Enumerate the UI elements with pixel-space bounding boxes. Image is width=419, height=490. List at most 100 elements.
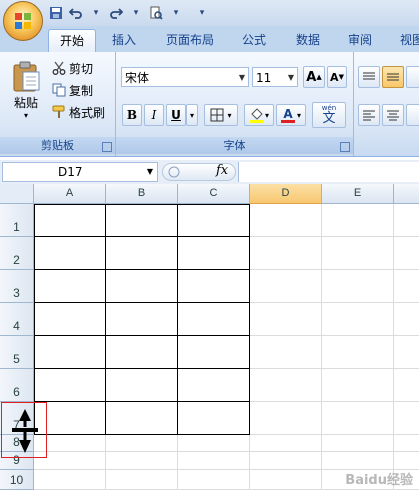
grid-cell[interactable] [34, 237, 106, 270]
font-name-dropdown-icon[interactable]: ▼ [239, 68, 245, 88]
grid-cell[interactable] [394, 402, 419, 435]
grid-cell[interactable] [322, 369, 394, 402]
grid-cell[interactable] [34, 369, 106, 402]
column-header-c[interactable]: C [178, 184, 250, 204]
grid-cell[interactable] [34, 336, 106, 369]
grid-cell[interactable] [106, 435, 178, 452]
grid-cell[interactable] [250, 270, 322, 303]
grid-cell[interactable] [106, 402, 178, 435]
column-header-f[interactable] [394, 184, 419, 204]
row-header-2[interactable]: 2 [0, 237, 34, 270]
grid-cell[interactable] [250, 237, 322, 270]
grid-cell[interactable] [34, 204, 106, 237]
grid-cell[interactable] [322, 303, 394, 336]
column-header-d[interactable]: D [250, 184, 322, 204]
tab-home[interactable]: 开始 [48, 29, 96, 52]
grid-cell[interactable] [250, 452, 322, 470]
grid-cell[interactable] [178, 369, 250, 402]
grid-cell[interactable] [34, 270, 106, 303]
grid-cell[interactable] [250, 303, 322, 336]
grid-cell[interactable] [106, 336, 178, 369]
office-button[interactable] [3, 1, 43, 41]
grid-cell[interactable] [178, 470, 250, 490]
bold-button[interactable]: B [122, 104, 142, 126]
align-center-button[interactable] [382, 104, 404, 126]
grid-cell[interactable] [178, 237, 250, 270]
grid-cell[interactable] [394, 270, 419, 303]
tab-review[interactable]: 审阅 [342, 29, 378, 51]
grow-font-button[interactable]: A ▲ [303, 66, 325, 88]
grid-cell[interactable] [178, 435, 250, 452]
fill-color-button[interactable]: ▾ [244, 104, 274, 126]
grid-cell[interactable] [178, 402, 250, 435]
grid-cell[interactable] [394, 303, 419, 336]
paste-button[interactable]: 粘贴 ▾ [6, 56, 46, 124]
phonetic-guide-button[interactable]: wén 文 [312, 102, 346, 128]
grid-cell[interactable] [106, 204, 178, 237]
grid-cell[interactable] [322, 452, 394, 470]
font-size-dropdown-icon[interactable]: ▼ [288, 68, 294, 88]
grid-cell[interactable] [106, 237, 178, 270]
grid-cell[interactable] [178, 452, 250, 470]
italic-button[interactable]: I [144, 104, 164, 126]
copy-button[interactable]: 复制 [52, 80, 93, 100]
select-all-corner[interactable] [0, 184, 34, 204]
format-painter-button[interactable]: 格式刷 [52, 102, 105, 122]
print-preview-icon[interactable] [148, 5, 164, 21]
print-preview-dropdown-icon[interactable]: ▾ [168, 5, 184, 21]
grid-cell[interactable] [394, 369, 419, 402]
tab-insert[interactable]: 插入 [104, 29, 144, 51]
row-header-5[interactable]: 5 [0, 336, 34, 369]
grid-cell[interactable] [250, 369, 322, 402]
grid-cell[interactable] [250, 470, 322, 490]
column-header-b[interactable]: B [106, 184, 178, 204]
row-header-3[interactable]: 3 [0, 270, 34, 303]
name-box[interactable]: D17 ▼ [2, 162, 158, 182]
grid-cell[interactable] [250, 402, 322, 435]
save-icon[interactable] [48, 5, 64, 21]
borders-button[interactable]: ▾ [204, 104, 238, 126]
align-top-button[interactable] [358, 66, 380, 88]
grid-cell[interactable] [178, 336, 250, 369]
undo-icon[interactable] [68, 5, 84, 21]
underline-dropdown-icon[interactable]: ▾ [186, 104, 198, 126]
formula-input[interactable] [238, 162, 419, 182]
grid-cell[interactable] [322, 204, 394, 237]
font-name-combo[interactable]: 宋体 ▼ [121, 67, 249, 87]
underline-button[interactable]: U [166, 104, 186, 126]
row-header-1[interactable]: 1 [0, 204, 34, 237]
column-header-a[interactable]: A [34, 184, 106, 204]
grid-cell[interactable] [394, 237, 419, 270]
tab-view[interactable]: 视图 [394, 29, 419, 51]
grid-cell[interactable] [34, 470, 106, 490]
grid-cell[interactable] [250, 336, 322, 369]
grid-cell[interactable] [106, 369, 178, 402]
grid-cell[interactable] [106, 303, 178, 336]
grid-cell[interactable] [106, 270, 178, 303]
align-middle-button[interactable] [382, 66, 404, 88]
grid-cell[interactable] [322, 402, 394, 435]
row-header-10[interactable]: 10 [0, 470, 34, 490]
align-left-button[interactable] [358, 104, 380, 126]
row-header-6[interactable]: 6 [0, 369, 34, 402]
tab-page-layout[interactable]: 页面布局 [158, 29, 222, 51]
grid-cell[interactable] [106, 452, 178, 470]
grid-cell[interactable] [394, 452, 419, 470]
insert-function-icon[interactable]: fx [216, 163, 228, 178]
align-right-button[interactable] [406, 104, 419, 126]
grid-cell[interactable] [322, 237, 394, 270]
grid-cell[interactable] [178, 303, 250, 336]
grid-cell[interactable] [106, 470, 178, 490]
worksheet-grid[interactable]: A B C D E 1 2 3 4 5 6 7 8 9 10 [0, 184, 419, 490]
clipboard-dialog-launcher-icon[interactable] [102, 142, 112, 152]
redo-dropdown-icon[interactable]: ▾ [128, 5, 144, 21]
grid-cell[interactable] [178, 204, 250, 237]
grid-cell[interactable] [394, 204, 419, 237]
redo-icon[interactable] [108, 5, 124, 21]
align-bottom-button[interactable] [406, 66, 419, 88]
grid-cell[interactable] [322, 435, 394, 452]
grid-cell[interactable] [394, 336, 419, 369]
row-header-4[interactable]: 4 [0, 303, 34, 336]
grid-cell[interactable] [34, 303, 106, 336]
cut-button[interactable]: 剪切 [52, 58, 93, 78]
